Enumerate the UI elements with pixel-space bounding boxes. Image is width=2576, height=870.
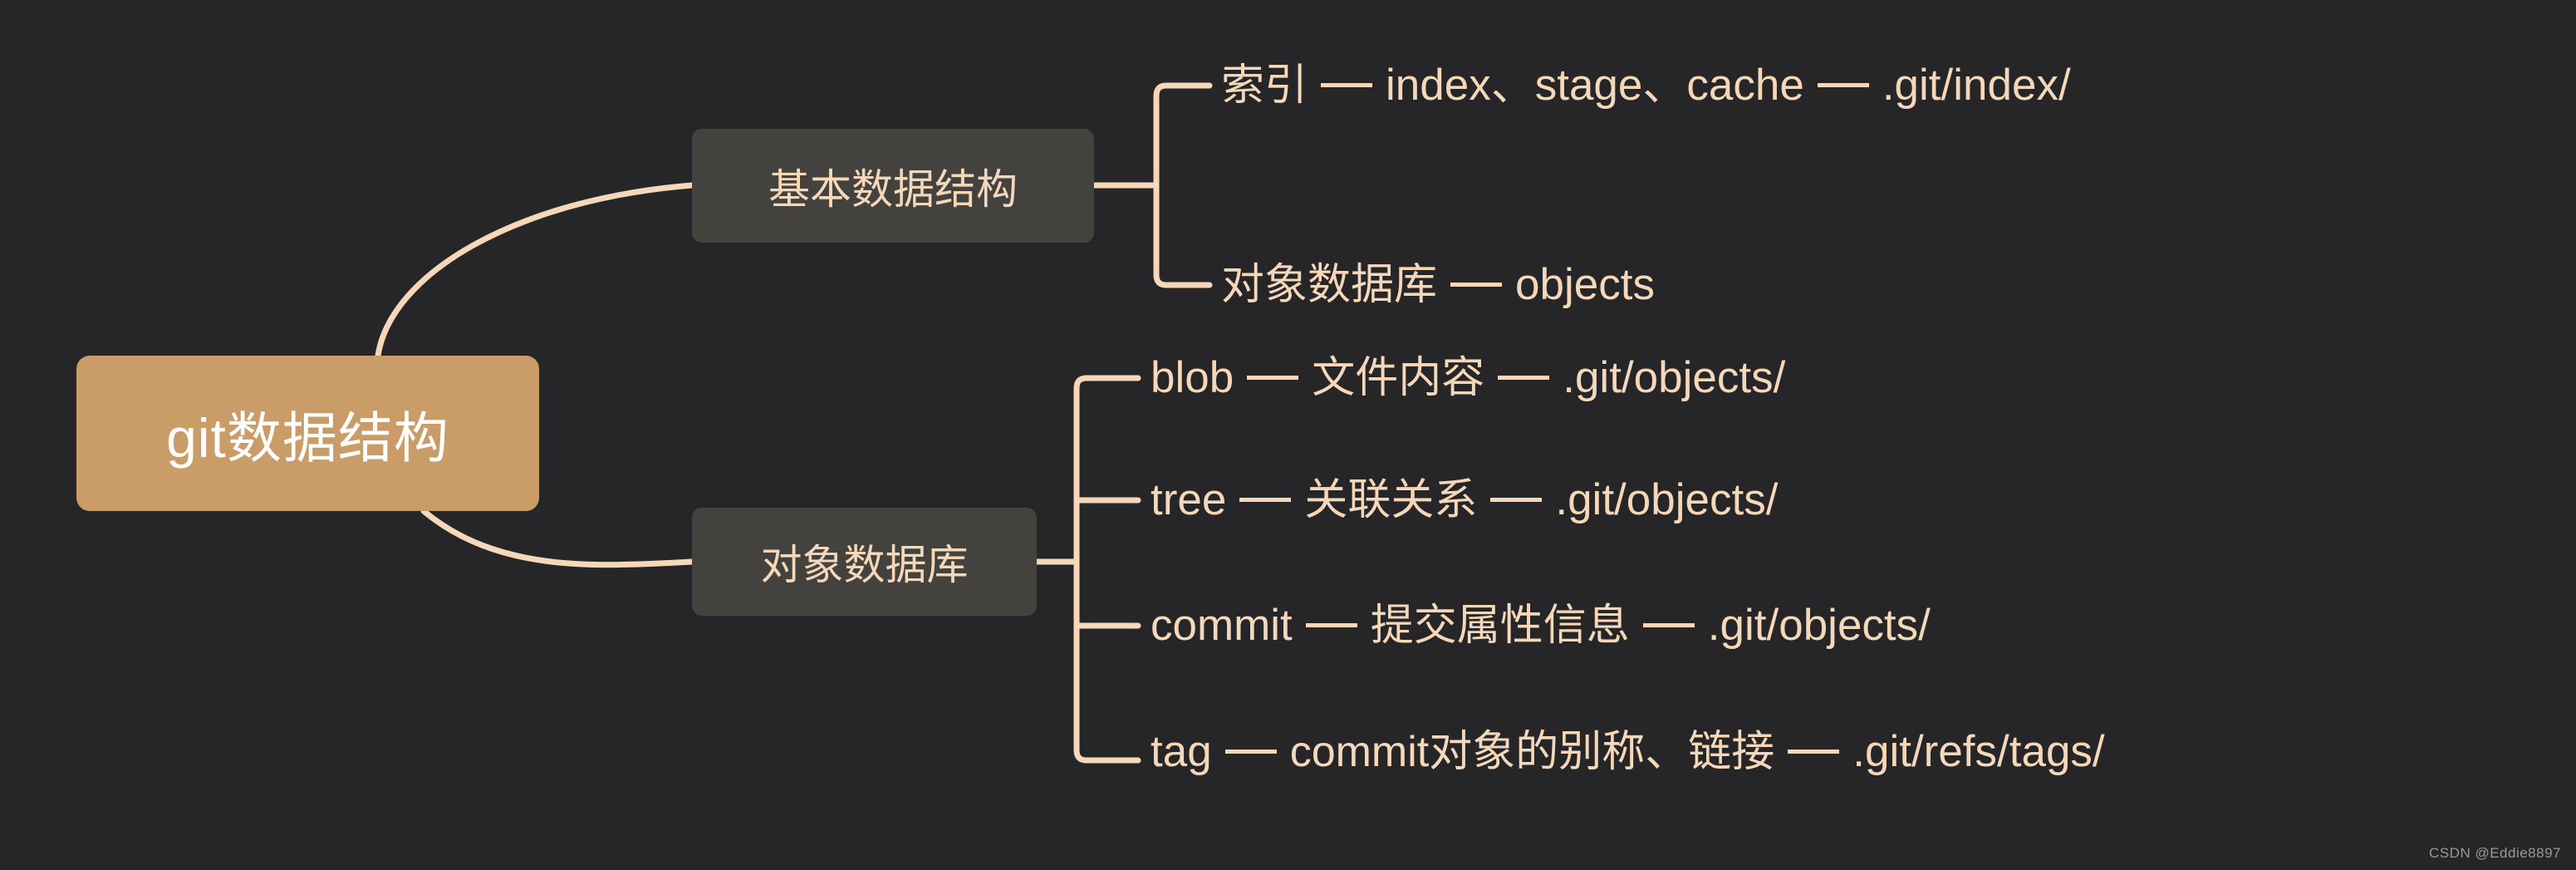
leaf-path: .git/index/	[1882, 61, 2071, 110]
branch-node-label: 基本数据结构	[768, 165, 1018, 213]
dash-separator-icon	[1239, 498, 1292, 502]
root-node-label: git数据结构	[166, 406, 449, 469]
branch-node-object-database[interactable]: 对象数据库	[692, 508, 1037, 616]
leaf-name: tree	[1151, 475, 1227, 524]
dash-separator-icon	[1305, 623, 1357, 627]
leaf-name: 对象数据库	[1221, 260, 1438, 309]
dash-separator-icon	[1817, 83, 1869, 87]
dash-separator-icon	[1247, 376, 1299, 380]
mindmap-canvas: git数据结构 基本数据结构 对象数据库 索引 index、stage、cach…	[0, 0, 2576, 870]
dash-separator-icon	[1788, 750, 1840, 754]
leaf-detail: 文件内容	[1312, 353, 1485, 402]
edge-root-to-branch1	[375, 182, 695, 359]
leaf-index[interactable]: 索引 index、stage、cache .git/index/	[1221, 63, 2071, 107]
leaf-detail: 提交属性信息	[1370, 601, 1630, 650]
watermark: CSDN @Eddie8897	[2429, 845, 2561, 861]
leaf-path: .git/objects/	[1707, 601, 1931, 650]
dash-separator-icon	[1450, 283, 1503, 287]
branch-node-basic-data-structure[interactable]: 基本数据结构	[692, 129, 1094, 243]
dash-separator-icon	[1490, 498, 1543, 502]
branch-node-label: 对象数据库	[760, 542, 969, 588]
leaf-commit[interactable]: commit 提交属性信息 .git/objects/	[1151, 603, 1931, 647]
dash-separator-icon	[1321, 83, 1373, 87]
leaf-name: blob	[1151, 353, 1234, 402]
leaf-tag[interactable]: tag commit对象的别称、链接 .git/refs/tags/	[1151, 730, 2105, 774]
leaf-name: 索引	[1221, 61, 1308, 110]
dash-separator-icon	[1642, 623, 1695, 627]
leaf-path: .git/objects/	[1563, 353, 1786, 402]
leaf-detail: index、stage、cache	[1386, 61, 1804, 110]
leaf-name: tag	[1151, 727, 1212, 776]
bracket-branch2	[1073, 375, 1141, 764]
leaf-path: .git/refs/tags/	[1852, 727, 2105, 776]
leaf-detail: commit对象的别称、链接	[1289, 727, 1775, 776]
leaf-blob[interactable]: blob 文件内容 .git/objects/	[1151, 356, 1785, 400]
leaf-detail: 关联关系	[1304, 475, 1478, 524]
leaf-tree[interactable]: tree 关联关系 .git/objects/	[1151, 478, 1778, 522]
root-node[interactable]: git数据结构	[76, 356, 539, 511]
dash-separator-icon	[1224, 750, 1277, 754]
leaf-path: .git/objects/	[1555, 475, 1779, 524]
leaf-object-database[interactable]: 对象数据库 objects	[1221, 263, 1655, 307]
dash-separator-icon	[1498, 376, 1550, 380]
edge-root-to-branch2	[420, 508, 695, 568]
bracket-branch1	[1153, 82, 1213, 288]
leaf-detail: objects	[1515, 260, 1655, 309]
leaf-name: commit	[1151, 601, 1293, 650]
